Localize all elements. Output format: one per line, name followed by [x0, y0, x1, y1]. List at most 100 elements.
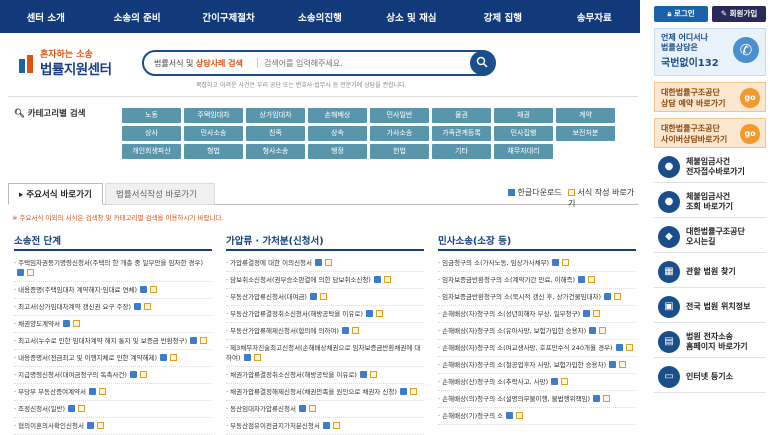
write-form-icon[interactable] — [150, 286, 158, 293]
category-tag[interactable]: 헌법 — [370, 144, 429, 159]
hwp-download-icon[interactable] — [140, 286, 148, 293]
category-tag[interactable]: 보전처분 — [556, 126, 615, 141]
service-link-e-lawsuit[interactable]: ▤ 법원 전자소송 홈페이지 바로가기 — [654, 327, 766, 358]
list-item[interactable]: · 동산임대차가압류신청서 — [226, 401, 424, 418]
write-form-legend[interactable]: 서식 작성 바로가기 — [568, 187, 638, 209]
hwp-download-icon[interactable] — [365, 310, 373, 317]
list-item[interactable]: · 부동산점유이전금지가처분신청서 — [226, 418, 424, 435]
category-tag[interactable]: 개인회생파산 — [122, 144, 181, 159]
category-tag[interactable]: 상속 — [308, 126, 367, 141]
write-form-icon[interactable] — [27, 269, 34, 276]
write-form-icon[interactable] — [308, 405, 316, 412]
phone-consult-banner[interactable]: 언제 어디서나 법률상담은 국번없이132 ✆ — [654, 28, 766, 76]
service-link-court-location[interactable]: ▣ 전국 법원 위치정보 — [654, 292, 766, 323]
list-item[interactable]: · 임금청구의 소(가사노동, 임상가사채무) — [438, 255, 636, 272]
list-item[interactable]: · 주택임차권등기명령신청서(주택의 한 개층 중 일부만을 임차한 경우) — [14, 255, 212, 282]
hwp-download-icon[interactable] — [578, 276, 586, 283]
write-form-icon[interactable] — [78, 405, 86, 412]
write-form-icon[interactable] — [200, 337, 208, 344]
category-tag[interactable]: 친족 — [246, 126, 305, 141]
login-button[interactable]: 🔒︎ 로그인 — [654, 6, 708, 22]
list-item[interactable]: · 부동산가압류해제신청서(합의에 의하여) — [226, 323, 424, 340]
hwp-download-icon[interactable] — [589, 327, 597, 334]
hwp-download-icon[interactable] — [373, 276, 381, 283]
go-button[interactable]: go — [740, 88, 760, 108]
write-form-icon[interactable] — [325, 259, 333, 266]
write-form-icon[interactable] — [562, 259, 570, 266]
hwp-download-icon[interactable] — [134, 303, 142, 310]
category-tag[interactable]: 형사소송 — [246, 144, 305, 159]
write-form-icon[interactable] — [516, 412, 524, 419]
hwp-download-icon[interactable] — [322, 422, 330, 429]
service-link-wage-submit[interactable]: ● 체불임금사건 전자접수바로가기 — [654, 152, 766, 183]
write-form-icon[interactable] — [96, 422, 104, 429]
list-item[interactable]: · 지급명령신청서(대여금청구의 독촉사건) — [14, 367, 212, 384]
nav-item-lawsuit-progress[interactable]: 소송의진행 — [274, 10, 365, 24]
category-tag[interactable]: 민사집행 — [494, 126, 553, 141]
list-item[interactable]: · 손해배상(자)청구의 소(철공업후자 사망, 보험가입한 승용차) — [438, 357, 636, 374]
hwp-download-icon[interactable] — [583, 310, 591, 317]
hwp-download-icon[interactable] — [506, 412, 514, 419]
write-form-icon[interactable] — [561, 378, 569, 385]
list-item[interactable]: · 임차보증금반환청구의 소(묵시적 갱신 후, 상가건물임대차) — [438, 289, 636, 306]
list-item[interactable]: · 내용증명서(전금최고 및 이행지체로 인한 계약해제) — [14, 350, 212, 367]
list-item[interactable]: · 손해배상(자)청구의 소(유아사망, 보험가입한 승용차) — [438, 323, 636, 340]
write-form-icon[interactable] — [144, 303, 152, 310]
list-item[interactable]: · 임차보증금반환청구의 소(계약기간 만료, 이해즉) — [438, 272, 636, 289]
hwp-download-icon[interactable] — [160, 354, 168, 361]
write-form-icon[interactable] — [614, 293, 622, 300]
hwp-download-icon[interactable] — [315, 259, 323, 266]
write-form-icon[interactable] — [139, 371, 147, 378]
category-tag[interactable]: 행정 — [308, 144, 367, 159]
hwp-download-icon[interactable] — [17, 269, 24, 276]
category-tag[interactable]: 상사 — [122, 126, 181, 141]
write-form-icon[interactable] — [409, 388, 417, 395]
write-form-icon[interactable] — [588, 276, 596, 283]
cyber-consult-banner[interactable]: 대한법률구조공단 사이버상담바로가기 go — [654, 118, 766, 148]
join-button[interactable]: ✎ 회원가입 — [712, 6, 766, 22]
hwp-download-icon[interactable] — [359, 371, 367, 378]
hwp-download-icon[interactable] — [129, 371, 137, 378]
category-tag[interactable]: 가족관계등록 — [432, 126, 491, 141]
tab-form-writing[interactable]: 법률서식작성 바로가기 — [105, 183, 215, 205]
list-item[interactable]: · 부동산가압류신청서(대여금) — [226, 289, 424, 306]
nav-item-center-intro[interactable]: 센터 소개 — [0, 10, 91, 24]
hwp-download-icon[interactable] — [86, 422, 94, 429]
search-button[interactable] — [470, 51, 494, 75]
write-form-icon[interactable] — [351, 327, 359, 334]
list-item[interactable]: · 채권양도계약서 — [14, 316, 212, 333]
service-link-directions[interactable]: ◆ 대한법률구조공단 오시는길 — [654, 222, 766, 253]
write-form-icon[interactable] — [625, 344, 633, 351]
list-item[interactable]: · 내용증명(주택임대차 계약해지·임대료 연체) — [14, 282, 212, 299]
hwp-download-icon[interactable] — [190, 337, 198, 344]
hwp-download-icon[interactable] — [341, 327, 349, 334]
hwp-download-icon[interactable] — [63, 320, 71, 327]
category-tag[interactable]: 노동 — [122, 108, 181, 123]
list-item[interactable]: · 제3채무자진술최고신청서(손해배상채권으로 임차보증금반환채권에 대하여) — [226, 340, 424, 367]
category-tag[interactable]: 물권 — [432, 108, 491, 123]
category-tag[interactable]: 채권 — [494, 108, 553, 123]
list-item[interactable]: · 담보취소신청서(권부승소판결에 의한 담보취소신청) — [226, 272, 424, 289]
category-tag[interactable]: 기타 — [432, 144, 491, 159]
hwp-download-icon[interactable] — [551, 378, 559, 385]
go-button[interactable]: go — [740, 124, 760, 144]
list-item[interactable]: · 협의이혼의사확인신청서 — [14, 418, 212, 435]
hwp-download-icon[interactable] — [552, 259, 560, 266]
category-tag[interactable]: 민사소송 — [184, 126, 243, 141]
hwp-download-icon[interactable] — [604, 293, 612, 300]
nav-item-simple-remedy[interactable]: 간이구제절차 — [183, 10, 274, 24]
list-item[interactable]: · 손해배상(의)청구의 소(설명의무불이행, 불법행위책임) — [438, 391, 636, 408]
list-item[interactable]: · 손해배상(자)청구의 소(성년피해자 부상, 일부청구) — [438, 306, 636, 323]
category-tag[interactable]: 계약 — [556, 108, 615, 123]
list-item[interactable]: · 채권가압류결정취소신청서(해방공탁을 이유로) — [226, 367, 424, 384]
write-form-icon[interactable] — [383, 276, 391, 283]
list-item[interactable]: · 조정신청서(일반) — [14, 401, 212, 418]
category-tag[interactable]: 가사소송 — [370, 126, 429, 141]
category-tag[interactable]: 채무자대리 — [494, 144, 553, 159]
hwp-download-icon[interactable] — [593, 395, 601, 402]
tab-major-forms[interactable]: ▸ 주요서식 바로가기 — [8, 183, 103, 205]
write-form-icon[interactable] — [369, 371, 377, 378]
write-form-icon[interactable] — [332, 422, 340, 429]
hwp-download-icon[interactable] — [615, 344, 623, 351]
nav-item-appeal[interactable]: 상소 및 재심 — [366, 10, 457, 24]
